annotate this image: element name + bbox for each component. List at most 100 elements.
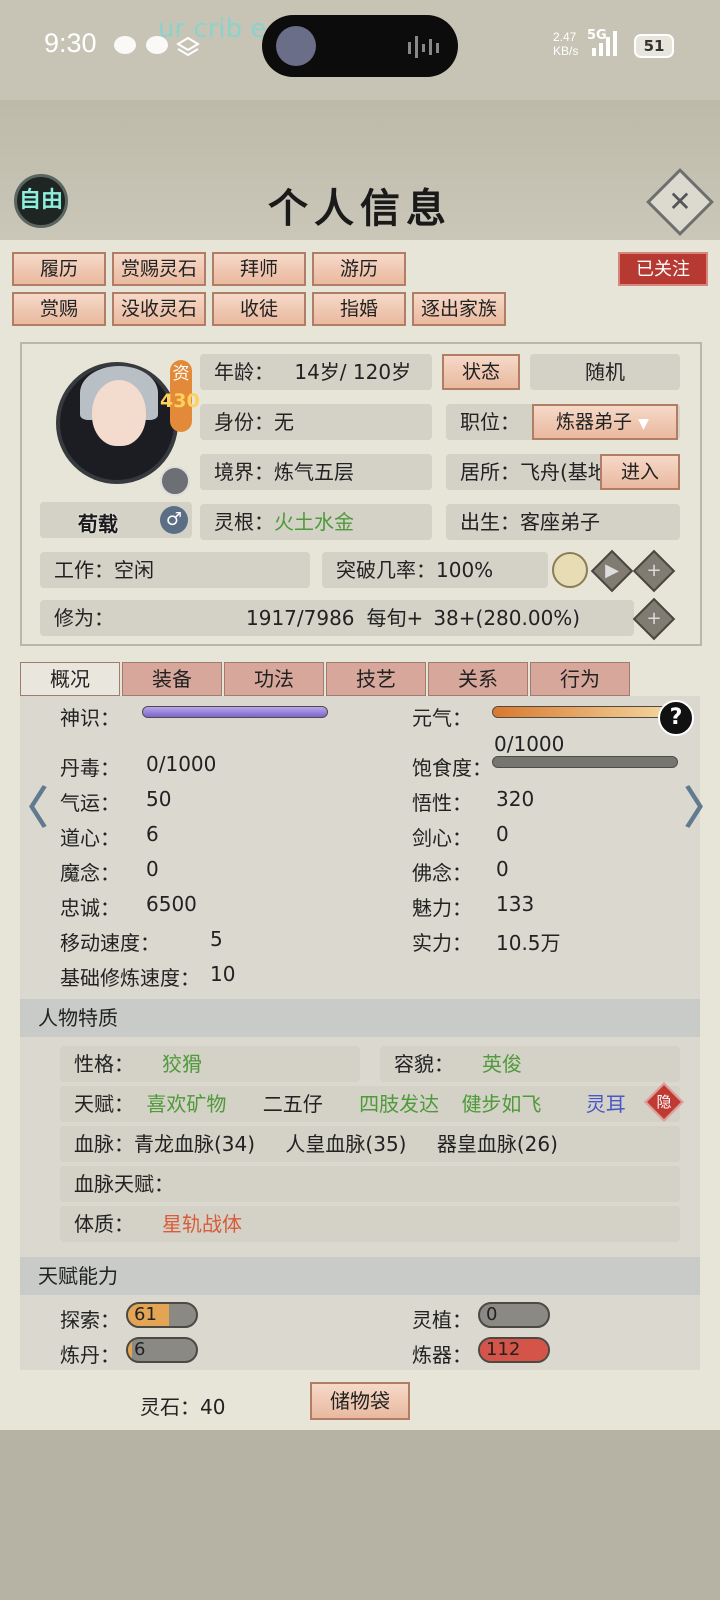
age-row: 年龄： 14岁/ 120岁 bbox=[200, 354, 432, 390]
stat-value: 320 bbox=[496, 787, 535, 811]
history-button[interactable]: 履历 bbox=[12, 252, 106, 286]
bloodline-row: 血脉：青龙血脉(34) 人皇血脉(35) 器皇血脉(26) bbox=[60, 1126, 680, 1162]
play-icon: ▶ bbox=[605, 560, 619, 581]
stat-label: 气运： bbox=[60, 791, 120, 815]
appearance-row: 容貌： 英俊 bbox=[380, 1046, 680, 1082]
personality-row: 性格： 狡猾 bbox=[60, 1046, 360, 1082]
tab-behavior[interactable]: 行为 bbox=[530, 662, 630, 696]
talent-tag: 健步如飞 bbox=[461, 1092, 542, 1116]
arrange-marriage-button[interactable]: 指婚 bbox=[312, 292, 406, 326]
storage-bag-button[interactable]: 储物袋 bbox=[310, 1382, 410, 1420]
ability-label: 灵植： bbox=[412, 1308, 472, 1332]
abilities-section-title: 天赋能力 bbox=[20, 1257, 700, 1295]
stat-label: 佛念： bbox=[412, 861, 472, 885]
ability-bar: 112 bbox=[478, 1337, 550, 1363]
battery-icon: 51 bbox=[634, 34, 674, 58]
birth-row: 出生：客座弟子 bbox=[446, 504, 680, 540]
ability-bar: 61 bbox=[126, 1302, 198, 1328]
expel-button[interactable]: 逐出家族 bbox=[412, 292, 506, 326]
bloodline-tag: 人皇血脉(35) bbox=[285, 1132, 407, 1156]
talent-tag: 喜欢矿物 bbox=[146, 1092, 227, 1116]
edit-icon[interactable] bbox=[160, 466, 190, 496]
tab-equipment[interactable]: 装备 bbox=[122, 662, 222, 696]
stat-value: 0 bbox=[496, 857, 509, 881]
ability-bar: 0 bbox=[478, 1302, 550, 1328]
stat-value: 6500 bbox=[146, 892, 197, 916]
ability-label: 炼丹： bbox=[60, 1343, 120, 1367]
stat-label: 丹毒： bbox=[60, 756, 120, 780]
meditate-icon[interactable] bbox=[552, 552, 588, 588]
stat-value: 50 bbox=[146, 787, 172, 811]
satiety-bar bbox=[492, 756, 678, 768]
identity-row: 身份：无 bbox=[200, 404, 432, 440]
tab-skills[interactable]: 技艺 bbox=[326, 662, 426, 696]
stat-value: 5 bbox=[210, 927, 223, 951]
stat-label: 移动速度： bbox=[60, 931, 160, 955]
stat-label: 实力： bbox=[412, 931, 472, 955]
talent-tag: 灵耳 bbox=[585, 1092, 626, 1116]
enter-button[interactable]: 进入 bbox=[600, 454, 680, 490]
aptitude-value: 430 bbox=[160, 390, 200, 412]
vitality-label: 元气： bbox=[412, 706, 472, 730]
stat-value: 10 bbox=[210, 962, 236, 986]
tab-techniques[interactable]: 功法 bbox=[224, 662, 324, 696]
breakthrough-row: 突破几率：100% bbox=[322, 552, 548, 588]
apprentice-button[interactable]: 拜师 bbox=[212, 252, 306, 286]
plus-icon: + bbox=[646, 560, 662, 581]
travel-button[interactable]: 游历 bbox=[312, 252, 406, 286]
random-button[interactable]: 随机 bbox=[530, 354, 680, 390]
stat-value: 0 bbox=[496, 822, 509, 846]
prev-character-icon[interactable]: 〈 bbox=[4, 772, 48, 836]
satiety-label: 饱食度： bbox=[412, 756, 492, 780]
spirit-sense-label: 神识： bbox=[60, 706, 120, 730]
help-icon[interactable]: ? bbox=[658, 700, 694, 736]
character-name[interactable]: 荀载 bbox=[40, 508, 156, 537]
confiscate-stones-button[interactable]: 没收灵石 bbox=[112, 292, 206, 326]
page-title: 个人信息 bbox=[268, 185, 452, 232]
spirit-root-row: 灵根：火土水金 bbox=[200, 504, 432, 540]
audio-wave-icon bbox=[408, 36, 439, 58]
reward-stones-button[interactable]: 赏赐灵石 bbox=[112, 252, 206, 286]
tab-overview[interactable]: 概况 bbox=[20, 662, 120, 696]
bloodline-tag: 青龙血脉(34) bbox=[134, 1132, 256, 1156]
talent-tag: 四肢发达 bbox=[359, 1092, 440, 1116]
layers-icon bbox=[176, 36, 200, 57]
talent-row: 天赋： 喜欢矿物 二五仔 四肢发达 健步如飞 灵耳 bbox=[60, 1086, 680, 1122]
stat-value: 10.5万 bbox=[496, 931, 561, 955]
realm-row: 境界：炼气五层 bbox=[200, 454, 432, 490]
net-speed: 2.47 KB/s bbox=[553, 30, 579, 58]
stat-value: 6 bbox=[146, 822, 159, 846]
stat-label: 基础修炼速度： bbox=[60, 966, 200, 990]
cultivation-row: 修为： 1917/7986 每旬+ 38+(280.00%) bbox=[40, 600, 634, 636]
stat-label: 剑心： bbox=[412, 826, 472, 850]
stat-value: 133 bbox=[496, 892, 535, 916]
stat-label: 魅力： bbox=[412, 896, 472, 920]
physique-row: 体质： 星轨战体 bbox=[60, 1206, 680, 1242]
stat-value: 0 bbox=[146, 857, 159, 881]
stat-label: 悟性： bbox=[412, 791, 472, 815]
take-disciple-button[interactable]: 收徒 bbox=[212, 292, 306, 326]
traits-section-title: 人物特质 bbox=[20, 999, 700, 1037]
ability-bar: 6 bbox=[126, 1337, 198, 1363]
spirit-sense-bar bbox=[142, 706, 328, 718]
overlay-text: ur crib e bbox=[158, 14, 267, 44]
next-character-icon[interactable]: 〉 bbox=[684, 772, 720, 836]
app-notification-icon bbox=[114, 36, 136, 54]
stat-label: 忠诚： bbox=[60, 896, 120, 920]
close-icon: ✕ bbox=[668, 185, 692, 218]
plus-icon: + bbox=[646, 608, 662, 629]
bottom-background bbox=[0, 1430, 720, 1600]
follow-button[interactable]: 已关注 bbox=[618, 252, 708, 286]
clock: 9:30 bbox=[44, 28, 97, 58]
ability-label: 炼器： bbox=[412, 1343, 472, 1367]
stat-label: 道心： bbox=[60, 826, 120, 850]
chevron-down-icon: ▼ bbox=[638, 416, 649, 432]
work-row: 工作：空闲 bbox=[40, 552, 310, 588]
reward-button[interactable]: 赏赐 bbox=[12, 292, 106, 326]
tab-relations[interactable]: 关系 bbox=[428, 662, 528, 696]
bloodline-tag: 器皇血脉(26) bbox=[436, 1132, 558, 1156]
spirit-stones: 灵石：40 bbox=[140, 1395, 226, 1419]
ability-label: 探索： bbox=[60, 1308, 120, 1332]
position-dropdown[interactable]: 炼器弟子 ▼ bbox=[532, 404, 678, 440]
status-button[interactable]: 状态 bbox=[442, 354, 520, 390]
